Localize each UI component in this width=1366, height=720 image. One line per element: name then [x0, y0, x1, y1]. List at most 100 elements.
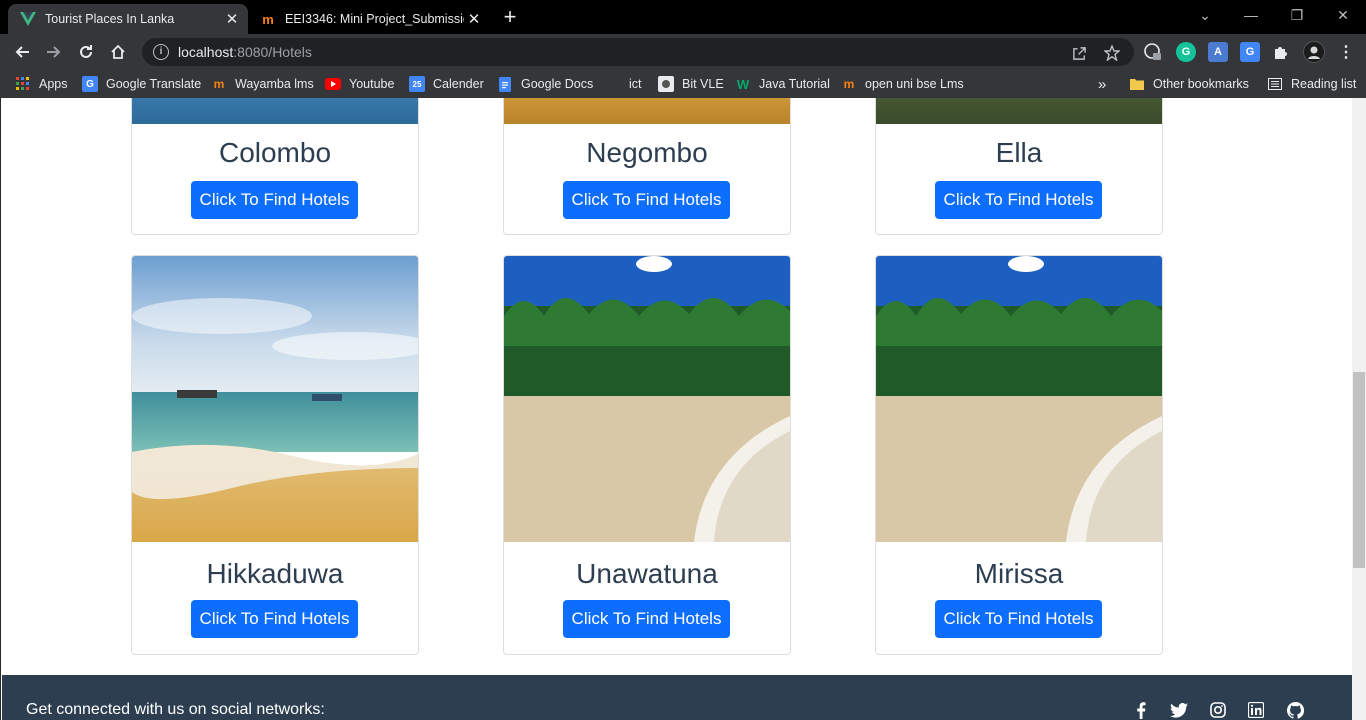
ella-image	[876, 98, 1162, 124]
destination-card-colombo: Colombo Click To Find Hotels	[131, 98, 419, 235]
bookmark-wayamba-lms[interactable]: m Wayamba lms	[211, 75, 314, 93]
share-icon[interactable]	[1070, 44, 1088, 62]
page-viewport: Colombo Click To Find Hotels Negombo Cli…	[0, 98, 1352, 720]
moodle-icon: m	[262, 11, 274, 27]
destination-card-mirissa: Mirissa Click To Find Hotels	[875, 255, 1163, 655]
close-tab-icon[interactable]: ✕	[222, 10, 242, 28]
card-title: Colombo	[218, 137, 332, 168]
google-translate-icon: G	[82, 76, 98, 92]
bookmark-google-docs[interactable]: Google Docs	[497, 75, 593, 93]
reading-list-button[interactable]: Reading list	[1267, 75, 1356, 93]
bookmark-calender[interactable]: 25 Calender	[409, 75, 484, 93]
url-path: :8080/Hotels	[233, 44, 312, 60]
linkedin-icon[interactable]	[1247, 701, 1265, 719]
back-arrow-icon	[15, 46, 29, 58]
minimize-button[interactable]: —	[1228, 0, 1274, 30]
bookmark-label: Other bookmarks	[1153, 77, 1249, 91]
destination-card-unawatuna: Unawatuna Click To Find Hotels	[503, 255, 791, 655]
blank-page-icon	[605, 76, 621, 92]
browser-toolbar: i localhost:8080/Hotels G A G ⋮	[0, 34, 1366, 70]
calendar-icon: 25	[409, 76, 425, 92]
w3schools-icon: W	[736, 76, 750, 92]
other-bookmarks-folder[interactable]: Other bookmarks	[1129, 75, 1249, 93]
bookmark-java-tutorial[interactable]: W Java Tutorial	[735, 75, 830, 93]
bookmark-bit-vle[interactable]: Bit VLE	[658, 75, 724, 93]
url-host: localhost	[178, 44, 234, 60]
bookmark-label: Java Tutorial	[759, 77, 830, 91]
reading-list-icon	[1267, 76, 1283, 92]
forward-button[interactable]	[42, 40, 66, 64]
extensions-puzzle-icon[interactable]	[1271, 42, 1291, 62]
bookmark-label: Apps	[39, 77, 68, 91]
tab-search-icon[interactable]: ⌄	[1182, 0, 1228, 30]
find-hotels-button-unawatuna[interactable]: Click To Find Hotels	[563, 600, 730, 638]
bookmark-label: open uni bse Lms	[865, 77, 964, 91]
destination-card-ella: Ella Click To Find Hotels	[875, 98, 1163, 235]
card-title: Mirissa	[974, 558, 1064, 589]
bookmark-label: ict	[629, 77, 642, 91]
reload-button[interactable]	[74, 40, 98, 64]
vue-logo-icon	[20, 11, 36, 27]
bookmark-label: Google Docs	[521, 77, 594, 91]
hikkaduwa-beach-image	[132, 256, 418, 542]
find-hotels-button-hikkaduwa[interactable]: Click To Find Hotels	[191, 600, 358, 638]
find-hotels-button-ella[interactable]: Click To Find Hotels	[935, 181, 1102, 219]
apps-grid-icon	[15, 76, 31, 92]
bookmark-open-uni-bse-lms[interactable]: m open uni bse Lms	[841, 75, 964, 93]
find-hotels-button-colombo[interactable]: Click To Find Hotels	[191, 181, 358, 219]
destination-card-negombo: Negombo Click To Find Hotels	[503, 98, 791, 235]
bookmark-youtube[interactable]: Youtube	[325, 75, 394, 93]
grammarly-icon[interactable]: G	[1176, 42, 1196, 62]
bookmark-label: Wayamba lms	[235, 77, 314, 91]
new-tab-button[interactable]: +	[498, 6, 522, 30]
extension-icon[interactable]	[1143, 42, 1163, 62]
home-icon	[111, 44, 125, 59]
bookmark-star-icon[interactable]	[1103, 44, 1121, 62]
profile-avatar[interactable]	[1303, 41, 1325, 63]
bookmark-label: Bit VLE	[682, 77, 724, 91]
close-window-button[interactable]: ✕	[1320, 0, 1366, 30]
home-button[interactable]	[106, 40, 130, 64]
forward-arrow-icon	[47, 46, 61, 58]
mirissa-beach-image	[876, 256, 1162, 542]
twitter-icon[interactable]	[1170, 701, 1188, 719]
github-icon[interactable]	[1286, 701, 1304, 719]
card-title: Ella	[995, 137, 1043, 168]
bookmark-ict[interactable]: ict	[605, 75, 642, 93]
menu-kebab-icon[interactable]: ⋮	[1336, 42, 1356, 62]
bookmark-label: Google Translate	[106, 77, 202, 91]
bookmarks-overflow-button[interactable]: »	[1098, 75, 1106, 93]
reload-icon	[80, 45, 92, 58]
card-title: Negombo	[586, 137, 708, 168]
colombo-image	[132, 98, 418, 124]
site-footer: Get connected with us on social networks…	[2, 675, 1352, 720]
address-bar[interactable]: i localhost:8080/Hotels	[142, 38, 1134, 66]
unawatuna-beach-image	[504, 256, 790, 542]
card-title: Hikkaduwa	[206, 558, 344, 589]
bookmark-google-translate[interactable]: G Google Translate	[82, 75, 201, 93]
google-translate-icon[interactable]: G	[1240, 42, 1260, 62]
translate-ext-icon[interactable]: A	[1208, 42, 1228, 62]
find-hotels-button-negombo[interactable]: Click To Find Hotels	[563, 181, 730, 219]
bookmark-apps[interactable]: Apps	[15, 75, 68, 93]
find-hotels-button-mirissa[interactable]: Click To Find Hotels	[935, 600, 1102, 638]
facebook-icon[interactable]	[1132, 701, 1150, 719]
back-button[interactable]	[10, 40, 34, 64]
card-title: Unawatuna	[576, 558, 718, 589]
scrollbar-thumb[interactable]	[1353, 372, 1365, 568]
bookmarks-bar: Apps G Google Translate m Wayamba lms Yo…	[0, 70, 1366, 98]
negombo-image	[504, 98, 790, 124]
close-tab-icon[interactable]: ✕	[464, 10, 484, 28]
site-info-icon[interactable]: i	[153, 44, 169, 60]
destination-card-hikkaduwa: Hikkaduwa Click To Find Hotels	[131, 255, 419, 655]
tab-tourist-places[interactable]: Tourist Places In Lanka ✕	[8, 4, 248, 34]
tab-eei3346[interactable]: m EEI3346: Mini Project_Submission ✕	[250, 4, 490, 34]
folder-icon	[1129, 76, 1145, 92]
tab-title: EEI3346: Mini Project_Submission	[285, 12, 464, 26]
instagram-icon[interactable]	[1209, 701, 1227, 719]
google-docs-icon	[497, 76, 513, 92]
restore-button[interactable]: ❐	[1274, 0, 1320, 30]
youtube-icon	[325, 76, 341, 92]
moodle-icon: m	[843, 77, 855, 91]
moodle-icon: m	[213, 77, 225, 91]
